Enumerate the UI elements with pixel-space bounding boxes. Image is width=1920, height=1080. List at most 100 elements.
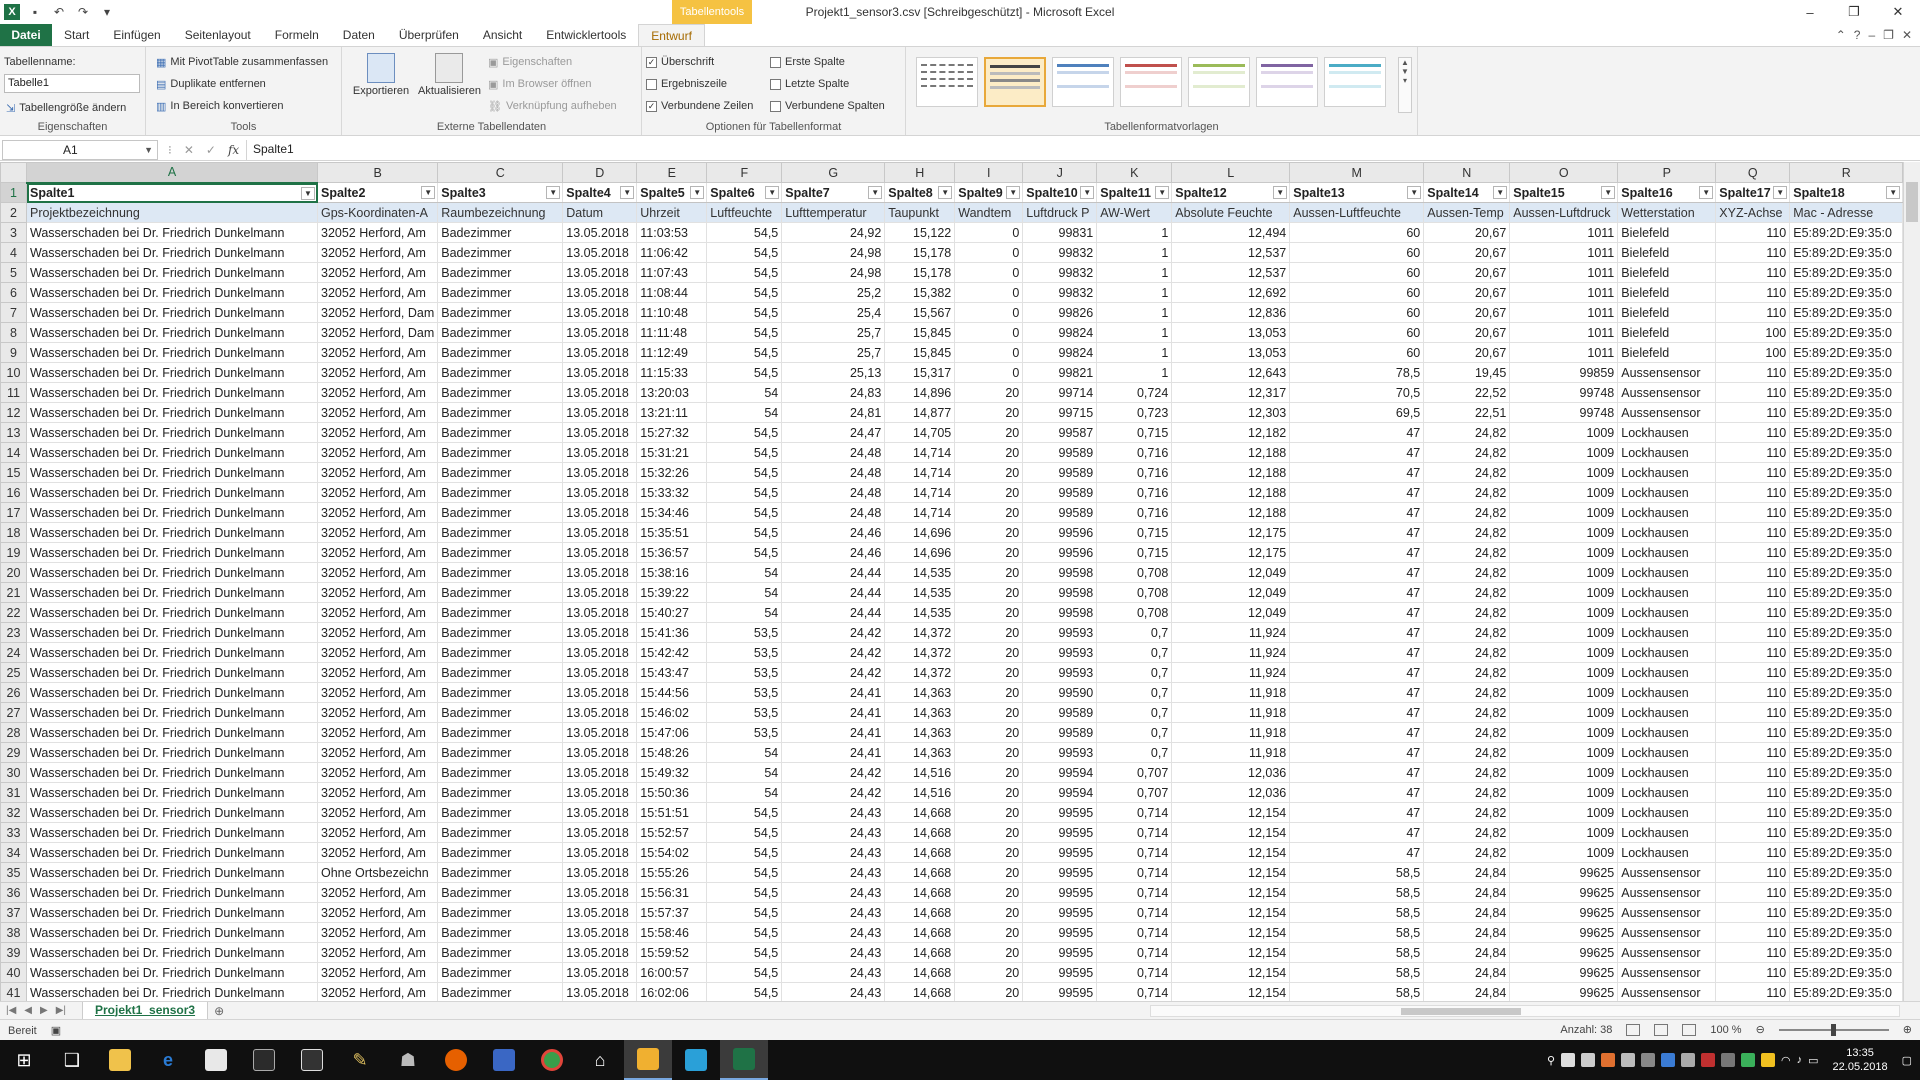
header-cell[interactable]: Spalte9 ▼ bbox=[954, 182, 1024, 203]
cell[interactable]: Wasserschaden bei Dr. Friedrich Dunkelma… bbox=[26, 922, 318, 943]
cell[interactable]: 47 bbox=[1289, 602, 1425, 623]
cell[interactable]: 0,724 bbox=[1096, 382, 1173, 403]
cell[interactable]: 24,84 bbox=[1423, 942, 1511, 963]
cell[interactable]: 15,845 bbox=[884, 322, 956, 343]
select-all-corner[interactable] bbox=[0, 162, 27, 183]
cell[interactable]: 99595 bbox=[1022, 922, 1098, 943]
tab-datei[interactable]: Datei bbox=[0, 24, 52, 46]
tab-ansicht[interactable]: Ansicht bbox=[471, 24, 534, 46]
last-sheet-icon[interactable]: ▶| bbox=[56, 1005, 66, 1016]
cell[interactable]: 54 bbox=[706, 382, 783, 403]
cell[interactable]: 99589 bbox=[1022, 482, 1098, 503]
cell[interactable]: 1009 bbox=[1509, 762, 1619, 783]
zoom-slider[interactable] bbox=[1778, 1023, 1889, 1036]
cell[interactable]: 100 bbox=[1715, 342, 1791, 363]
pen-icon[interactable]: ✎ bbox=[336, 1040, 384, 1080]
cell[interactable]: 110 bbox=[1715, 962, 1791, 983]
resize-table-button[interactable]: ⇲ Tabellengröße ändern bbox=[6, 99, 126, 117]
cell[interactable]: 54,5 bbox=[706, 962, 783, 983]
cell[interactable]: 32052 Herford, Am bbox=[316, 882, 439, 903]
cell[interactable]: 0,715 bbox=[1096, 542, 1173, 563]
cell[interactable]: Lockhausen bbox=[1617, 542, 1717, 563]
cell[interactable]: 54,5 bbox=[706, 342, 783, 363]
header-cell[interactable]: Spalte17 ▼ bbox=[1715, 182, 1791, 203]
cell[interactable]: 20 bbox=[954, 842, 1024, 863]
cell[interactable]: 15:46:02 bbox=[636, 702, 708, 723]
cell[interactable]: 32052 Herford, Am bbox=[316, 942, 439, 963]
cell[interactable]: 54,5 bbox=[706, 262, 783, 283]
cell[interactable]: Lockhausen bbox=[1617, 562, 1717, 583]
cell[interactable]: 12,692 bbox=[1171, 282, 1291, 303]
cell[interactable]: 22,52 bbox=[1423, 382, 1511, 403]
column-header[interactable]: F bbox=[706, 162, 783, 183]
column-header[interactable]: H bbox=[884, 162, 956, 183]
cell[interactable]: 99748 bbox=[1509, 382, 1619, 403]
cell[interactable]: 110 bbox=[1715, 862, 1791, 883]
cell[interactable]: 0,714 bbox=[1096, 842, 1173, 863]
cell[interactable]: 24,82 bbox=[1423, 462, 1511, 483]
table-style-thumb-selected[interactable] bbox=[984, 57, 1046, 107]
cell[interactable]: 24,82 bbox=[1423, 642, 1511, 663]
column-header[interactable]: Q bbox=[1715, 162, 1791, 183]
prev-sheet-icon[interactable]: ◀ bbox=[24, 1005, 32, 1016]
cell[interactable]: Mac - Adresse bbox=[1789, 202, 1904, 223]
cell[interactable]: 20,67 bbox=[1423, 282, 1511, 303]
next-sheet-icon[interactable]: ▶ bbox=[40, 1005, 48, 1016]
table-style-thumb[interactable] bbox=[916, 57, 978, 107]
tab-einfuegen[interactable]: Einfügen bbox=[101, 24, 172, 46]
cell[interactable]: 20,67 bbox=[1423, 262, 1511, 283]
cell[interactable]: 14,668 bbox=[884, 822, 956, 843]
header-cell[interactable]: Spalte1 ▼ bbox=[26, 182, 318, 203]
cell[interactable]: 13.05.2018 bbox=[562, 582, 638, 603]
cell[interactable]: 0,708 bbox=[1096, 582, 1173, 603]
cell[interactable]: 24,43 bbox=[781, 882, 886, 903]
cell[interactable]: 1 bbox=[1096, 262, 1173, 283]
cell[interactable]: 24,82 bbox=[1423, 662, 1511, 683]
cell[interactable]: 110 bbox=[1715, 602, 1791, 623]
cell[interactable]: 1011 bbox=[1509, 222, 1619, 243]
cell[interactable]: Badezimmer bbox=[437, 602, 564, 623]
undo-icon[interactable]: ↶ bbox=[50, 3, 68, 21]
cell[interactable]: 32052 Herford, Am bbox=[316, 222, 439, 243]
cell[interactable]: 11:03:53 bbox=[636, 222, 708, 243]
cell[interactable]: 110 bbox=[1715, 302, 1791, 323]
cell[interactable]: 14,363 bbox=[884, 702, 956, 723]
cell[interactable]: 1 bbox=[1096, 222, 1173, 243]
cell[interactable]: Wasserschaden bei Dr. Friedrich Dunkelma… bbox=[26, 402, 318, 423]
cell[interactable]: 54 bbox=[706, 582, 783, 603]
cell[interactable]: 24,82 bbox=[1423, 722, 1511, 743]
cell[interactable]: E5:89:2D:E9:35:0 bbox=[1789, 782, 1904, 803]
cell[interactable]: 15,382 bbox=[884, 282, 956, 303]
cell[interactable]: 0,7 bbox=[1096, 662, 1173, 683]
cell[interactable]: 14,668 bbox=[884, 882, 956, 903]
cell[interactable]: Wasserschaden bei Dr. Friedrich Dunkelma… bbox=[26, 342, 318, 363]
cell[interactable]: 32052 Herford, Am bbox=[316, 542, 439, 563]
cell[interactable]: Wasserschaden bei Dr. Friedrich Dunkelma… bbox=[26, 262, 318, 283]
cell[interactable]: 13.05.2018 bbox=[562, 982, 638, 1001]
row-number[interactable]: 22 bbox=[0, 602, 27, 623]
cell[interactable]: 47 bbox=[1289, 422, 1425, 443]
cell[interactable]: 13.05.2018 bbox=[562, 562, 638, 583]
cell[interactable]: Wasserschaden bei Dr. Friedrich Dunkelma… bbox=[26, 882, 318, 903]
cell[interactable]: 54,5 bbox=[706, 542, 783, 563]
cell[interactable]: Wasserschaden bei Dr. Friedrich Dunkelma… bbox=[26, 562, 318, 583]
cell[interactable]: 1009 bbox=[1509, 822, 1619, 843]
cell[interactable]: 99748 bbox=[1509, 402, 1619, 423]
row-number[interactable]: 36 bbox=[0, 882, 27, 903]
cell[interactable]: 110 bbox=[1715, 362, 1791, 383]
cell[interactable]: 25,7 bbox=[781, 342, 886, 363]
cell[interactable]: Lockhausen bbox=[1617, 642, 1717, 663]
cell[interactable]: Wasserschaden bei Dr. Friedrich Dunkelma… bbox=[26, 782, 318, 803]
sheet-tab-projekt1-sensor3[interactable]: Projekt1_sensor3 bbox=[82, 1001, 209, 1020]
cell[interactable]: 1009 bbox=[1509, 582, 1619, 603]
cell[interactable]: 32052 Herford, Am bbox=[316, 642, 439, 663]
cell[interactable]: Badezimmer bbox=[437, 502, 564, 523]
cell[interactable]: 24,81 bbox=[781, 402, 886, 423]
cell[interactable]: 24,82 bbox=[1423, 702, 1511, 723]
cell[interactable]: 99714 bbox=[1022, 382, 1098, 403]
cell[interactable]: 54,5 bbox=[706, 462, 783, 483]
cell[interactable]: 15:33:32 bbox=[636, 482, 708, 503]
cell[interactable]: 54,5 bbox=[706, 442, 783, 463]
header-cell[interactable]: Spalte11 ▼ bbox=[1096, 182, 1173, 203]
cell[interactable]: 110 bbox=[1715, 922, 1791, 943]
